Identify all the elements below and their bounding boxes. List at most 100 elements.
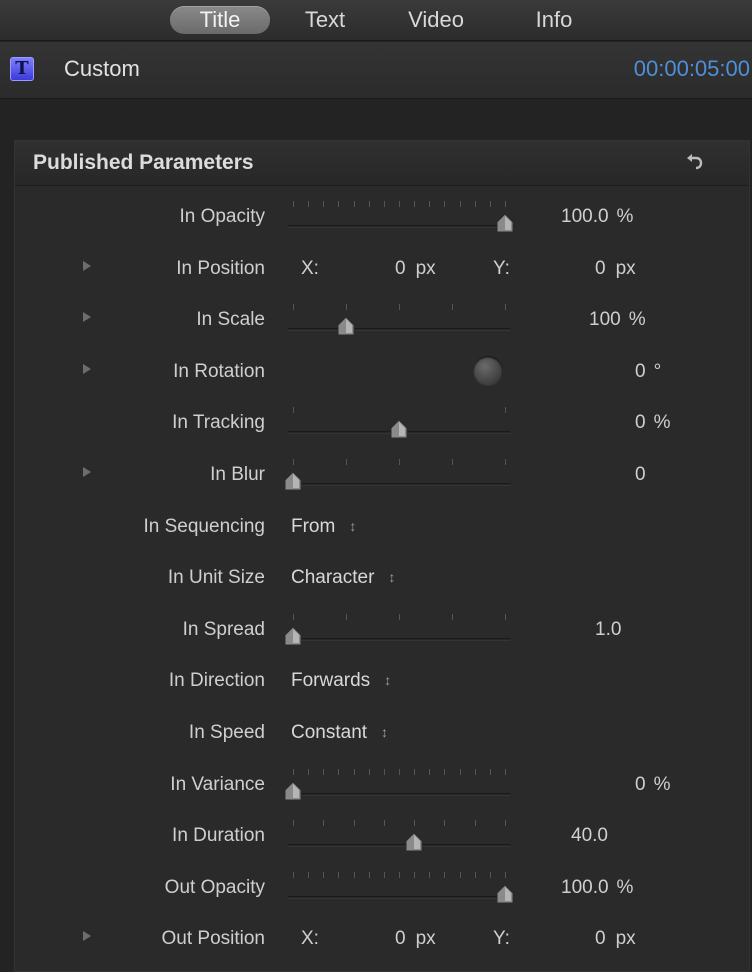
slider-thumb[interactable]	[336, 316, 356, 336]
up-down-arrows-icon[interactable]: ↕	[384, 672, 391, 688]
in-spread-slider[interactable]	[284, 610, 511, 650]
up-down-arrows-icon[interactable]: ↕	[349, 518, 356, 534]
slider-thumb[interactable]	[389, 419, 409, 439]
slider-tick	[429, 768, 431, 775]
tab-info[interactable]: Info	[516, 6, 592, 34]
param-row-out-opacity: Out Opacity 100.0%	[15, 868, 749, 908]
slider-track[interactable]	[287, 637, 511, 641]
slider-track[interactable]	[287, 792, 511, 796]
disclosure-triangle-icon[interactable]	[83, 363, 91, 374]
param-value[interactable]: 0	[635, 464, 646, 486]
x-value-field[interactable]: 0 px	[395, 928, 436, 950]
slider-tick	[338, 871, 340, 878]
reset-arrow-icon[interactable]	[683, 149, 707, 173]
param-value[interactable]: 0%	[635, 774, 670, 796]
in-variance-slider[interactable]	[284, 765, 511, 805]
param-value[interactable]: 100%	[589, 309, 646, 331]
param-value-number[interactable]: 0	[635, 774, 646, 795]
slider-tick	[414, 201, 416, 207]
slider-thumb[interactable]	[404, 832, 424, 852]
tab-text[interactable]: Text	[290, 6, 360, 34]
disclosure-triangle-icon[interactable]	[83, 260, 91, 271]
y-value-field[interactable]: 0 px	[595, 928, 636, 950]
slider-tick	[293, 768, 294, 775]
popup-value[interactable]: Character	[291, 567, 374, 588]
param-label: In Variance	[170, 773, 265, 795]
x-value-field[interactable]: 0 px	[395, 258, 436, 280]
in-sequencing-popup[interactable]: From ↕	[291, 516, 356, 538]
up-down-arrows-icon[interactable]: ↕	[388, 569, 395, 585]
in-unit-size-popup[interactable]: Character ↕	[291, 567, 395, 589]
param-value-number[interactable]: 100.0	[561, 877, 609, 898]
slider-tick	[308, 768, 310, 775]
tab-title[interactable]: Title	[170, 6, 270, 34]
param-value[interactable]: 0%	[635, 412, 670, 434]
up-down-arrows-icon[interactable]: ↕	[381, 724, 388, 740]
popup-value[interactable]: From	[291, 516, 335, 537]
slider-tick	[368, 871, 370, 878]
x-value[interactable]: 0	[395, 928, 406, 949]
popup-value[interactable]: Forwards	[291, 670, 370, 691]
y-unit: px	[615, 257, 636, 279]
param-value-number[interactable]: 100	[589, 309, 621, 330]
slider-thumb[interactable]	[283, 626, 303, 646]
slider-thumb[interactable]	[283, 471, 303, 491]
slider-thumb[interactable]	[495, 213, 515, 233]
slider-tick	[505, 820, 506, 827]
param-value[interactable]: 0 °	[635, 361, 661, 383]
in-speed-popup[interactable]: Constant ↕	[291, 722, 388, 744]
disclosure-triangle-icon[interactable]	[83, 312, 91, 323]
param-value-number[interactable]: 1.0	[595, 619, 621, 640]
slider-tick	[459, 768, 461, 775]
slider-ticks	[293, 304, 506, 314]
out-opacity-slider[interactable]	[287, 868, 514, 908]
slider-tick	[399, 768, 400, 775]
slider-tick	[308, 201, 310, 207]
slider-track[interactable]	[287, 483, 511, 486]
slider-track[interactable]	[287, 895, 511, 899]
disclosure-triangle-icon[interactable]	[83, 467, 91, 477]
param-value-number[interactable]: 40.0	[571, 825, 608, 846]
x-value[interactable]: 0	[395, 258, 406, 279]
slider-tick	[399, 613, 400, 620]
param-value[interactable]: 40.0	[571, 825, 608, 847]
y-value[interactable]: 0	[595, 258, 606, 279]
in-opacity-slider[interactable]	[287, 197, 514, 237]
param-value-number[interactable]: 0	[635, 464, 646, 485]
slider-tick	[353, 820, 355, 827]
slider-tick	[399, 304, 400, 311]
x-unit: px	[415, 928, 436, 950]
rotation-dial[interactable]	[473, 355, 503, 386]
slider-thumb[interactable]	[495, 884, 515, 904]
param-value-number[interactable]: 0	[635, 361, 646, 382]
slider-tick	[474, 201, 476, 207]
duration-timecode[interactable]: 00:00:05:00	[634, 56, 750, 82]
y-value-field[interactable]: 0 px	[595, 258, 636, 280]
popup-value[interactable]: Constant	[291, 722, 367, 743]
param-unit: %	[628, 309, 646, 331]
in-direction-popup[interactable]: Forwards ↕	[291, 670, 391, 692]
param-value-number[interactable]: 0	[635, 412, 646, 433]
param-value[interactable]: 100.0%	[561, 877, 633, 899]
slider-tick	[414, 871, 416, 878]
tab-video[interactable]: Video	[392, 6, 480, 34]
in-scale-slider[interactable]	[287, 300, 511, 340]
slider-thumb[interactable]	[283, 780, 303, 801]
slider-tick	[429, 871, 431, 878]
param-row-in-duration: In Duration 40.0	[15, 816, 749, 856]
in-blur-slider[interactable]	[284, 455, 511, 495]
in-tracking-slider[interactable]	[287, 403, 511, 443]
slider-track[interactable]	[287, 844, 511, 848]
in-duration-slider[interactable]	[287, 816, 511, 856]
y-value[interactable]: 0	[595, 928, 606, 949]
slider-tick	[383, 871, 385, 878]
param-label: In Spread	[182, 618, 265, 640]
disclosure-triangle-icon[interactable]	[83, 931, 91, 942]
slider-track[interactable]	[287, 328, 511, 332]
param-unit: %	[653, 773, 671, 795]
slider-track[interactable]	[287, 225, 511, 228]
slider-tick	[293, 820, 294, 827]
param-value-number[interactable]: 100.0	[561, 206, 609, 227]
param-value[interactable]: 1.0	[595, 619, 621, 641]
param-value[interactable]: 100.0%	[561, 206, 633, 228]
